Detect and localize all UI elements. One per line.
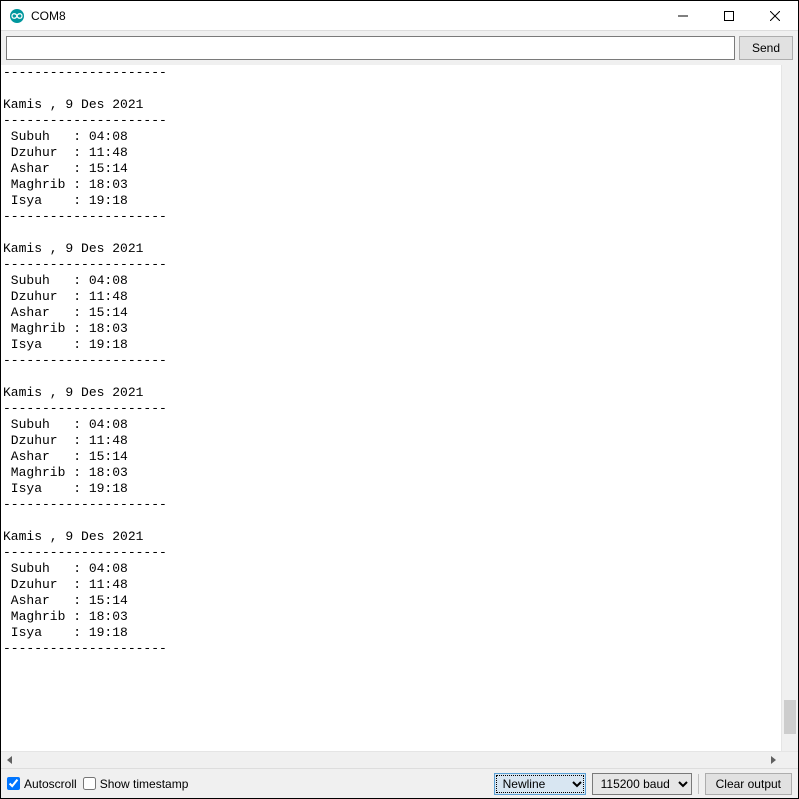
autoscroll-checkbox[interactable] — [7, 777, 20, 790]
horizontal-scrollbar-track[interactable] — [18, 752, 764, 768]
serial-input[interactable] — [6, 36, 735, 60]
minimize-button[interactable] — [660, 1, 706, 31]
scrollbar-corner — [781, 752, 798, 769]
output-area: --------------------- Kamis , 9 Des 2021… — [1, 65, 798, 751]
serial-output-text[interactable]: --------------------- Kamis , 9 Des 2021… — [1, 65, 781, 751]
show-timestamp-checkbox-label[interactable]: Show timestamp — [83, 777, 189, 791]
horizontal-scrollbar-row — [1, 751, 798, 768]
vertical-scrollbar-thumb[interactable] — [784, 700, 796, 734]
window-title: COM8 — [31, 9, 66, 23]
scroll-right-icon[interactable] — [764, 752, 781, 769]
autoscroll-text: Autoscroll — [24, 777, 77, 791]
clear-output-button[interactable]: Clear output — [705, 773, 792, 795]
close-button[interactable] — [752, 1, 798, 31]
line-ending-select[interactable]: No line endingNewlineCarriage returnBoth… — [494, 773, 586, 795]
send-button[interactable]: Send — [739, 36, 793, 60]
show-timestamp-text: Show timestamp — [100, 777, 189, 791]
bottom-bar: Autoscroll Show timestamp No line ending… — [1, 768, 798, 798]
horizontal-scrollbar[interactable] — [1, 752, 781, 768]
input-row: Send — [1, 31, 798, 65]
baud-rate-select[interactable]: 9600 baud19200 baud38400 baud57600 baud1… — [592, 773, 692, 795]
autoscroll-checkbox-label[interactable]: Autoscroll — [7, 777, 77, 791]
maximize-button[interactable] — [706, 1, 752, 31]
title-bar: COM8 — [1, 1, 798, 31]
app-icon — [9, 8, 25, 24]
vertical-scrollbar[interactable] — [781, 65, 798, 751]
scroll-left-icon[interactable] — [1, 752, 18, 769]
separator — [698, 774, 699, 794]
show-timestamp-checkbox[interactable] — [83, 777, 96, 790]
